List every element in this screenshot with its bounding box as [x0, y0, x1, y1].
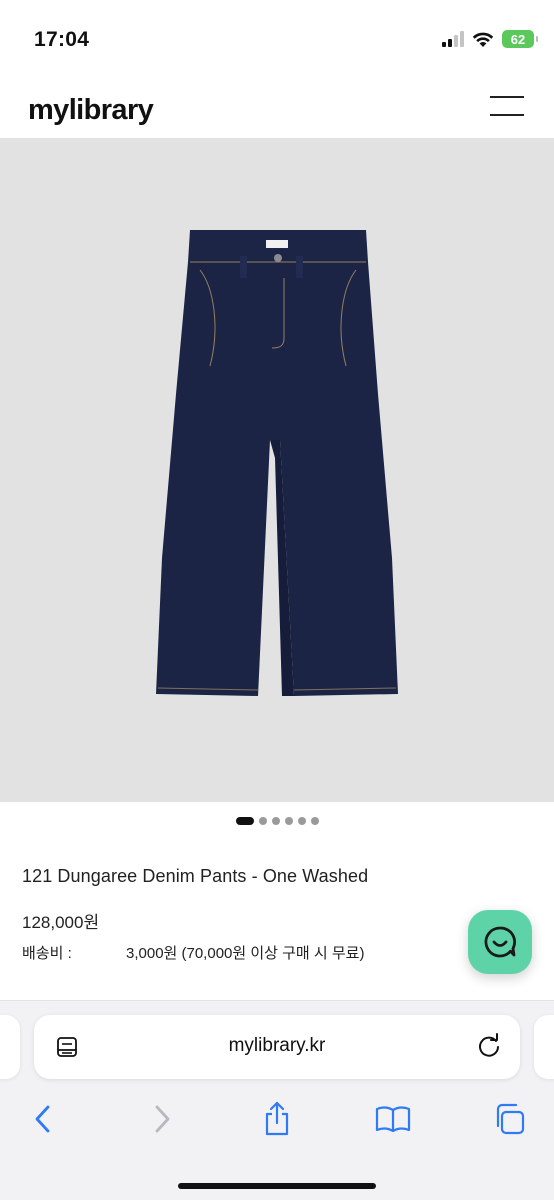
bookmarks-icon: [375, 1106, 411, 1133]
wifi-icon: [472, 32, 494, 47]
tabs-button[interactable]: [487, 1097, 531, 1141]
shipping-value: 3,000원 (70,000원 이상 구매 시 무료): [126, 945, 365, 962]
product-name: 121 Dungaree Denim Pants - One Washed: [22, 866, 369, 886]
address-bar[interactable]: mylibrary.kr: [34, 1015, 520, 1079]
url-text[interactable]: mylibrary.kr: [34, 1035, 520, 1057]
battery-level: 62: [510, 31, 526, 47]
forward-arrow-icon: [155, 1105, 170, 1133]
back-button[interactable]: [21, 1097, 65, 1141]
status-time: 17:04: [34, 28, 90, 51]
shipping-label: 배송비 :: [22, 945, 72, 962]
forward-button[interactable]: [140, 1097, 184, 1141]
site-logo[interactable]: mylibrary: [28, 94, 154, 127]
cellular-signal-icon: [442, 31, 464, 47]
share-icon: [265, 1101, 289, 1136]
pagination-dot[interactable]: [284, 817, 293, 825]
tabs-icon: [496, 1103, 525, 1135]
chat-bubble-icon: [484, 926, 516, 958]
next-tab-preview[interactable]: [534, 1015, 554, 1079]
previous-tab-preview[interactable]: [0, 1015, 20, 1079]
battery-indicator: 62: [502, 30, 538, 48]
status-icons: 62: [442, 30, 538, 48]
home-indicator: [178, 1183, 376, 1189]
reload-icon[interactable]: [476, 1033, 502, 1059]
back-arrow-icon: [35, 1105, 50, 1133]
pagination-dot[interactable]: [310, 817, 319, 825]
pagination-dot[interactable]: [297, 817, 306, 825]
chat-button[interactable]: [468, 910, 532, 974]
product-image[interactable]: [0, 138, 554, 802]
browser-toolbar: [0, 1097, 554, 1141]
pagination-dot[interactable]: [271, 817, 280, 825]
site-header: mylibrary: [0, 80, 554, 138]
hamburger-menu-icon[interactable]: [490, 96, 524, 116]
pagination-dot[interactable]: [258, 817, 267, 825]
product-price: 128,000원: [22, 913, 100, 932]
denim-pants-photo: [156, 230, 398, 696]
share-button[interactable]: [255, 1097, 299, 1141]
bookmarks-button[interactable]: [371, 1097, 415, 1141]
image-pagination: [0, 817, 554, 825]
status-bar: 17:04 62: [0, 0, 554, 80]
pagination-dot-active[interactable]: [235, 817, 254, 825]
product-info: 121 Dungaree Denim Pants - One Washed 12…: [22, 866, 369, 962]
browser-bottom-bar: mylibrary.kr: [0, 1000, 554, 1200]
